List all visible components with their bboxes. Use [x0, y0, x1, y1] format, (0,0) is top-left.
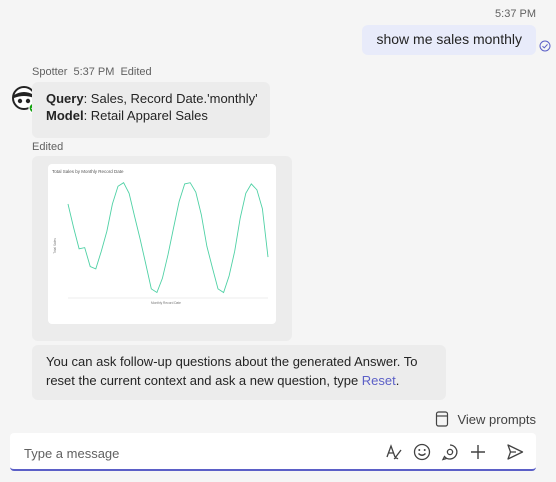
chart-marks — [67, 182, 269, 299]
edited-label-chart: Edited — [32, 141, 64, 153]
loop-icon[interactable] — [440, 442, 460, 462]
query-label: Query — [46, 91, 84, 106]
send-icon[interactable] — [505, 442, 525, 462]
reset-link[interactable]: Reset — [362, 373, 396, 388]
chart-message[interactable]: Total Sales by Monthly Record Date Total… — [32, 156, 292, 341]
chart-series-line[interactable] — [67, 182, 269, 294]
view-prompts-button[interactable]: View prompts — [435, 411, 536, 427]
query-message[interactable]: Query: Sales, Record Date.'monthly' Mode… — [32, 82, 270, 138]
outgoing-timestamp: 5:37 PM — [495, 8, 536, 20]
emoji-icon[interactable] — [412, 442, 432, 462]
model-value: : Retail Apparel Sales — [83, 108, 208, 123]
prompts-icon — [436, 411, 449, 427]
sales-line-chart[interactable]: Total Sales by Monthly Record Date Total… — [48, 164, 276, 324]
model-line: Model: Retail Apparel Sales — [46, 107, 208, 124]
message-input[interactable] — [22, 442, 326, 464]
edited-label: Edited — [120, 66, 152, 78]
incoming-meta: Spotter 5:37 PM Edited — [32, 66, 158, 78]
sender-name: Spotter — [32, 66, 68, 78]
chart-ylabel: Total Sales — [53, 238, 57, 254]
message-composer[interactable] — [10, 433, 536, 471]
followup-end: . — [395, 373, 400, 388]
incoming-timestamp: 5:37 PM — [73, 66, 115, 78]
outgoing-message[interactable]: show me sales monthly — [362, 25, 536, 55]
chart-title: Total Sales by Monthly Record Date — [52, 169, 124, 174]
format-icon[interactable] — [384, 442, 404, 462]
plus-icon[interactable] — [468, 442, 488, 462]
chart-xlabel: Monthly Record Date — [151, 301, 181, 305]
followup-message[interactable]: You can ask follow-up questions about th… — [32, 345, 446, 400]
query-value: : Sales, Record Date.'monthly' — [83, 91, 258, 106]
chart-card[interactable]: Total Sales by Monthly Record Date Total… — [48, 164, 276, 324]
read-receipt-icon — [539, 40, 551, 52]
view-prompts-label: View prompts — [457, 411, 536, 427]
model-label: Model — [46, 108, 84, 123]
query-line: Query: Sales, Record Date.'monthly' — [46, 90, 258, 107]
